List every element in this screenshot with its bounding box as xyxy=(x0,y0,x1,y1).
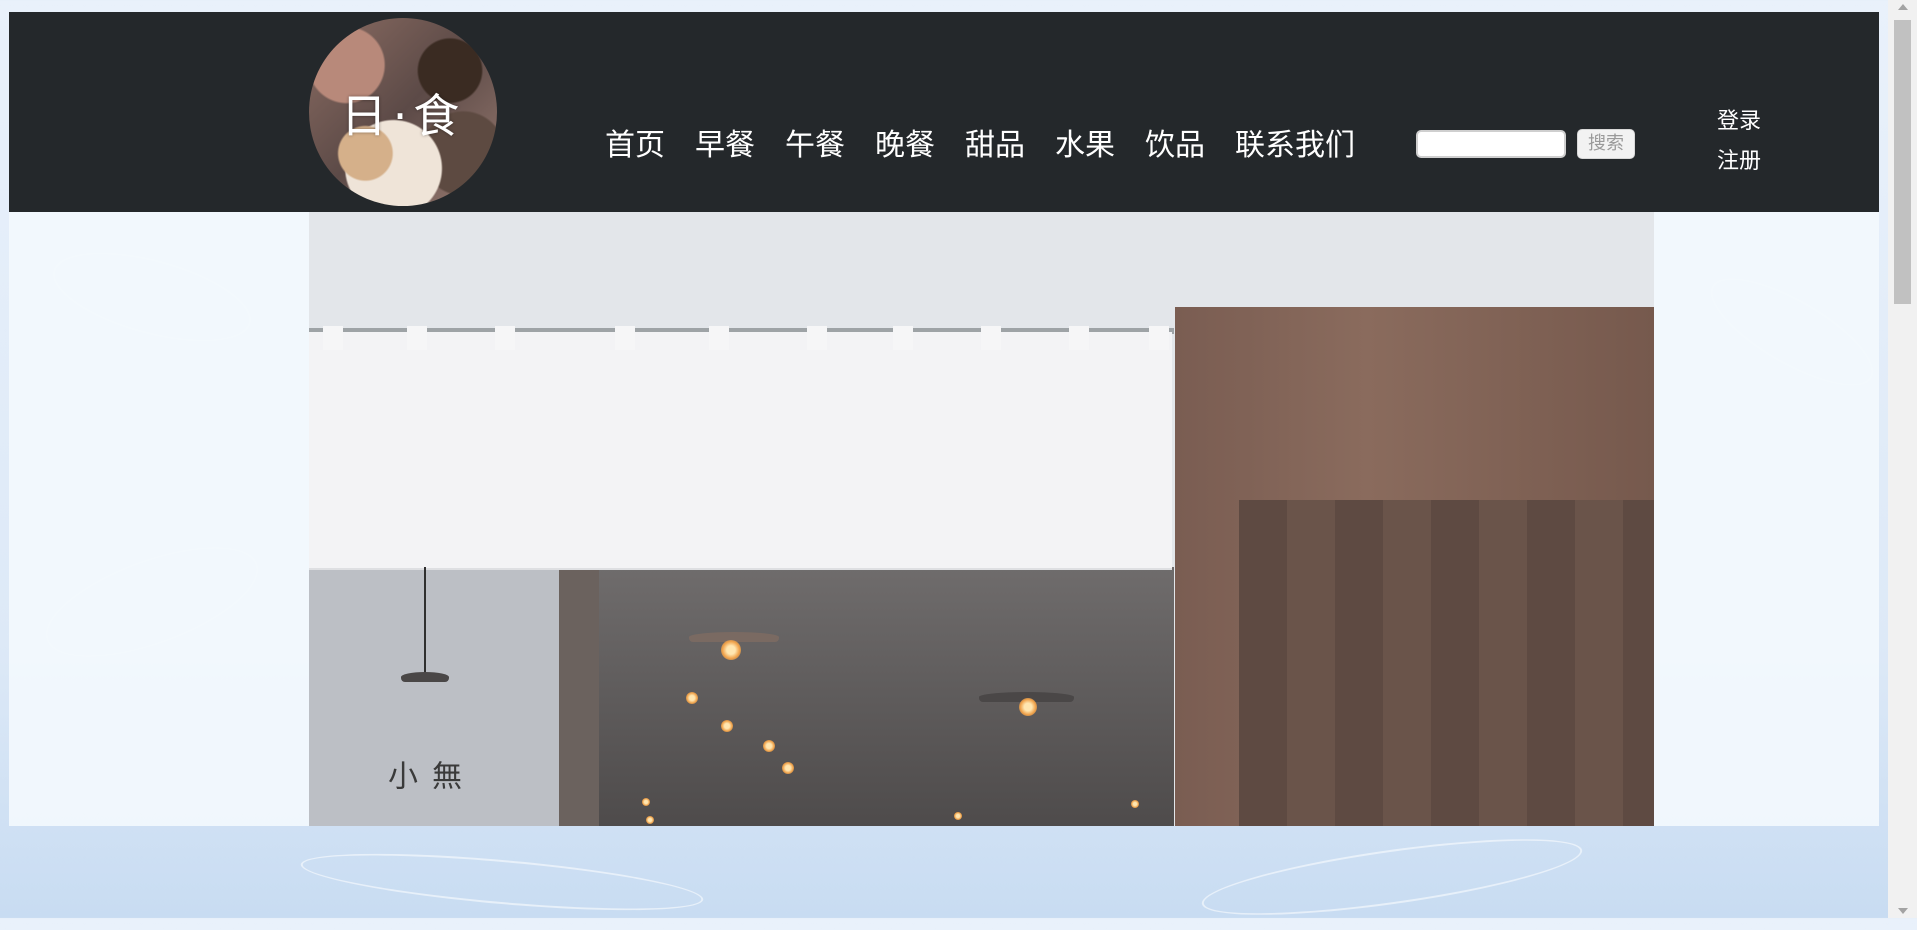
nav-item-lunch[interactable]: 午餐 xyxy=(785,124,845,168)
top-navigation-bar xyxy=(9,12,1879,212)
search-input[interactable] xyxy=(1416,130,1566,158)
nav-item-fruit[interactable]: 水果 xyxy=(1055,124,1115,168)
logo-text: 日·食 xyxy=(340,89,466,143)
register-link[interactable]: 注册 xyxy=(1714,143,1764,175)
vertical-scrollbar[interactable] xyxy=(1888,0,1917,918)
nav-item-home[interactable]: 首页 xyxy=(605,124,665,168)
nav-item-desserts[interactable]: 甜品 xyxy=(965,124,1025,168)
nav-item-dinner[interactable]: 晚餐 xyxy=(875,124,935,168)
search-button[interactable]: 搜索 xyxy=(1577,129,1635,159)
scroll-up-icon[interactable] xyxy=(1898,4,1908,10)
nav-item-drinks[interactable]: 饮品 xyxy=(1145,124,1205,168)
scroll-down-icon[interactable] xyxy=(1898,908,1908,914)
nav-item-contact[interactable]: 联系我们 xyxy=(1235,124,1355,168)
shop-sign-text: 無小 xyxy=(382,760,461,794)
login-link[interactable]: 登录 xyxy=(1714,103,1764,135)
main-nav: 首页 早餐 午餐 晚餐 甜品 水果 饮品 联系我们 xyxy=(605,124,1385,168)
site-logo[interactable]: 日·食 xyxy=(309,18,497,206)
nav-item-breakfast[interactable]: 早餐 xyxy=(695,124,755,168)
hero-image: 無小 xyxy=(309,212,1654,826)
scrollbar-thumb[interactable] xyxy=(1894,20,1911,304)
